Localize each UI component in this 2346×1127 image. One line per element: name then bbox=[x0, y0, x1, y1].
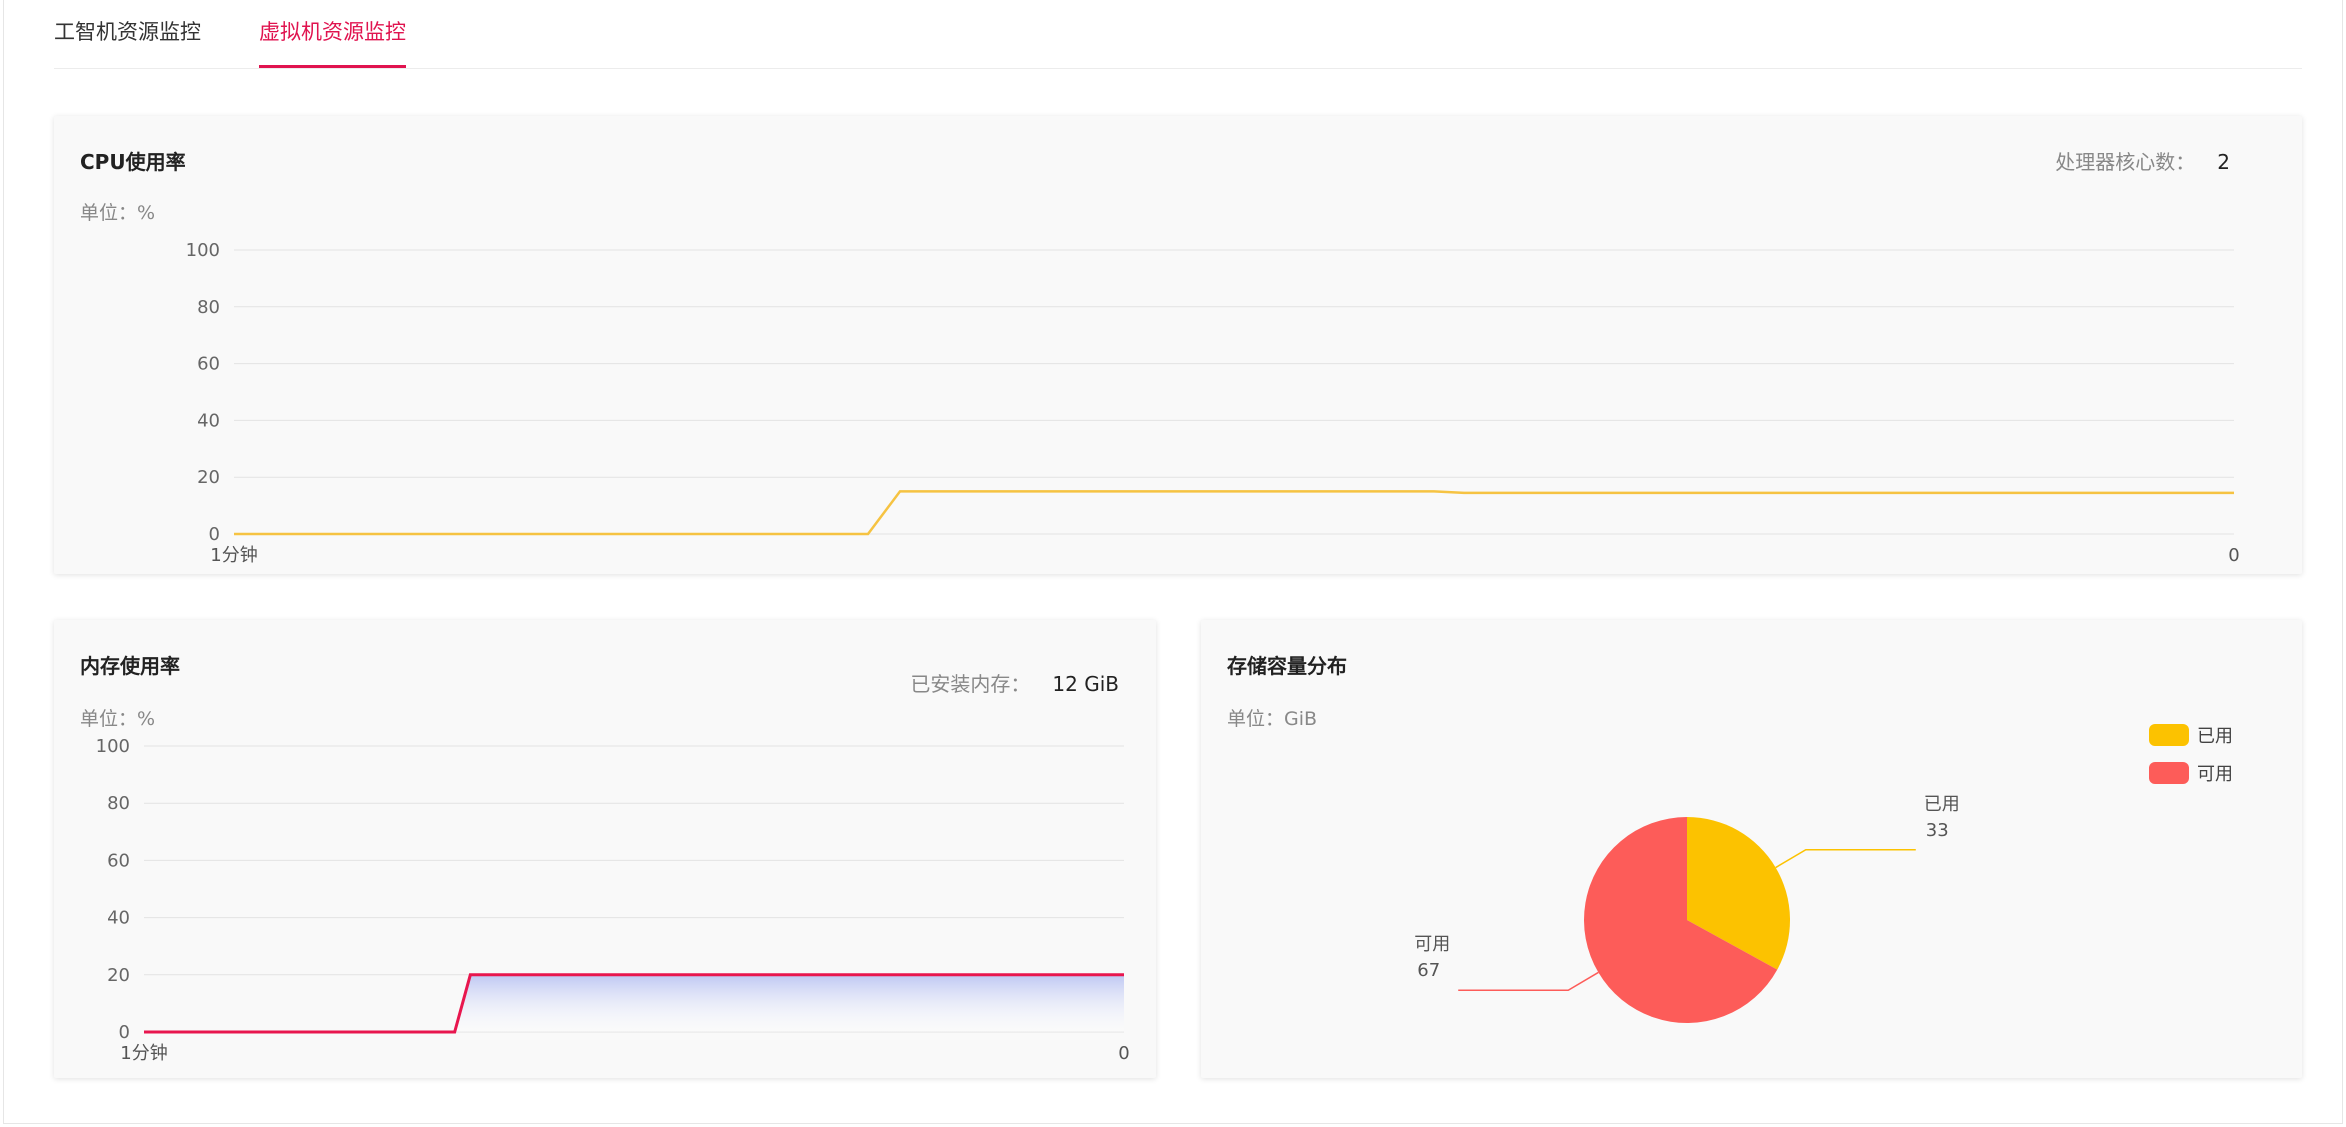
legend-label[interactable]: 可用 bbox=[2197, 764, 2233, 785]
y-tick-label: 60 bbox=[197, 354, 220, 375]
area-fill bbox=[144, 974, 1124, 1032]
series-line bbox=[234, 490, 2234, 536]
y-tick-label: 100 bbox=[96, 736, 130, 757]
y-tick-label: 0 bbox=[119, 1022, 130, 1043]
memory-usage-chart: 1008060402001分钟 0 bbox=[96, 736, 1130, 1064]
leader-line bbox=[1458, 971, 1599, 991]
storage-pie-chart: 已用33可用67已用可用 bbox=[1414, 724, 2233, 1023]
cpu-usage-card: CPU使用率 处理器核心数： 2 单位：% 100 80 60 40 20 0 1分钟 0 bbox=[54, 116, 2302, 574]
tab-host-resource-monitor[interactable]: 工智机资源监控 bbox=[54, 16, 201, 68]
leader-line bbox=[1775, 849, 1916, 869]
x-start-label: 1分钟 bbox=[210, 545, 257, 566]
x-start-label: 1分钟 bbox=[120, 1043, 167, 1064]
y-tick-label: 80 bbox=[107, 793, 130, 814]
x-end-label: 0 bbox=[2228, 545, 2239, 566]
x-end-label: 0 bbox=[1118, 1043, 1129, 1064]
y-tick-label: 0 bbox=[209, 524, 220, 545]
y-tick-label: 40 bbox=[107, 908, 130, 929]
slice-value: 33 bbox=[1926, 820, 1949, 841]
legend-swatch[interactable] bbox=[2149, 762, 2189, 784]
slice-label: 可用 bbox=[1414, 934, 1450, 955]
slice-label: 已用 bbox=[1924, 794, 1960, 815]
tab-bar: 工智机资源监控 虚拟机资源监控 bbox=[54, 0, 2302, 69]
y-tick-label: 20 bbox=[197, 467, 220, 488]
y-tick-label: 60 bbox=[107, 850, 130, 871]
cpu-usage-chart: 1008060402001分钟 0 bbox=[186, 240, 2240, 566]
slice-value: 67 bbox=[1417, 960, 1440, 981]
legend-swatch[interactable] bbox=[2149, 724, 2189, 746]
y-tick-label: 40 bbox=[197, 410, 220, 431]
storage-capacity-card: 存储容量分布 单位：GiB 已用 33 可用 67 已用 可用 bbox=[1201, 620, 2302, 1078]
y-tick-label: 20 bbox=[107, 965, 130, 986]
y-tick-label: 100 bbox=[186, 240, 220, 261]
tab-vm-resource-monitor[interactable]: 虚拟机资源监控 bbox=[259, 16, 406, 68]
memory-usage-card: 内存使用率 已安装内存： 12 GiB 单位：% 100 80 60 40 20 0 1分钟 0 bbox=[54, 620, 1156, 1078]
legend-label[interactable]: 已用 bbox=[2197, 726, 2233, 747]
y-tick-label: 80 bbox=[197, 297, 220, 318]
